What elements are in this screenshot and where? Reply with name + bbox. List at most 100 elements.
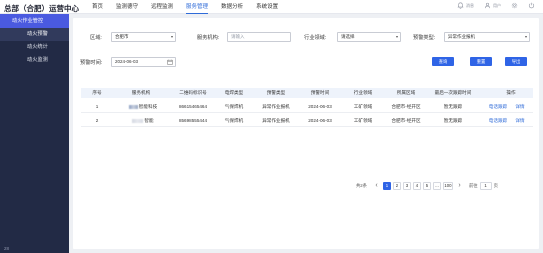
warning-type-value: 异常作业报机 <box>448 34 475 39</box>
chevron-down-icon: ▾ <box>170 34 173 39</box>
nav-monitoring-guard[interactable]: 监测德守 <box>116 0 138 14</box>
redacted-mark <box>128 104 138 109</box>
page-5[interactable]: 5 <box>422 181 431 190</box>
col-index: 序号 <box>92 90 102 95</box>
messages-label: 消息 <box>466 2 474 8</box>
row-warning-type: 异常作业报机 <box>262 118 290 123</box>
row-weld-type: 气保焊机 <box>224 118 244 123</box>
query-button[interactable]: 查询 <box>432 57 454 66</box>
redacted-mark <box>132 118 144 123</box>
page-100[interactable]: 100 <box>442 181 453 190</box>
page-jump-input[interactable]: 1 <box>479 181 492 190</box>
row-service-org: 智能 <box>123 115 163 127</box>
industry-select[interactable]: 请选择 ▾ <box>337 32 401 42</box>
table-header: 序号 服务机构 二维码标识号 电焊类型 预警类型 预警时间 行业领域 所属区域 … <box>81 88 533 98</box>
row-warning-time: 2024-06-03 <box>308 104 332 109</box>
row-qr-code: 8661546546​4 <box>178 104 208 109</box>
row-index: 2 <box>95 118 99 123</box>
top-nav: 首页 监测德守 远程监测 服务管理 数据分析 系统设置 <box>92 0 291 14</box>
reset-button[interactable]: 重置 <box>470 57 492 66</box>
table-row: 1 智能科技 8661546546​4 气保焊机 异常作业报机 2024-06-… <box>81 101 533 113</box>
top-icons: 消息 用户 <box>447 2 535 9</box>
details-link[interactable]: 详情 <box>513 115 527 127</box>
row-area: 合肥市-经开区 <box>391 118 421 123</box>
region-value: 合肥市 <box>115 34 129 39</box>
row-area: 合肥市-经开区 <box>391 104 421 109</box>
warning-time-picker[interactable]: 2024-06-03 <box>111 57 176 67</box>
sidebar-group-hot-work[interactable]: 动火作业管控 <box>0 14 69 28</box>
col-service-org: 服务机构 <box>131 90 151 95</box>
industry-value: 请选择 <box>341 34 355 39</box>
col-area: 所属区域 <box>396 90 416 95</box>
col-last-tracked: 最后一次跟踪时间 <box>434 90 472 95</box>
sidebar-item-hot-work-stats[interactable]: 动火统计 <box>0 41 69 54</box>
warning-time-label: 预警时间: <box>80 60 103 66</box>
messages-button[interactable]: 消息 <box>457 2 474 9</box>
user-icon <box>484 2 491 9</box>
warning-time-value: 2024-06-03 <box>115 59 139 64</box>
page-3[interactable]: 3 <box>402 181 411 190</box>
top-bar: 总部（合肥）运营中心 首页 监测德守 远程监测 服务管理 数据分析 系统设置 消… <box>0 0 543 14</box>
sidebar-footer: 28 <box>4 246 10 251</box>
goto-label: 前往 <box>468 182 478 188</box>
row-warning-type: 异常作业报机 <box>262 104 290 109</box>
next-page-icon[interactable]: › <box>455 182 464 190</box>
warning-type-select[interactable]: 异常作业报机 ▾ <box>444 32 530 42</box>
settings-icon <box>511 2 518 9</box>
phone-track-link[interactable]: 电话跟踪 <box>486 115 510 127</box>
row-industry: 工矿领域 <box>353 104 373 109</box>
user-button[interactable]: 用户 <box>484 2 501 9</box>
chevron-down-icon: ▾ <box>395 34 398 39</box>
calendar-icon <box>167 59 173 65</box>
col-actions: 操作 <box>506 90 516 95</box>
sidebar-item-hot-work-warning[interactable]: 动火预警 <box>0 28 69 41</box>
row-warning-time: 2024-06-03 <box>308 118 332 123</box>
col-qr-code: 二维码标识号 <box>179 90 207 95</box>
page-ellipsis[interactable]: ... <box>432 181 441 190</box>
nav-service-management[interactable]: 服务管理 <box>186 0 209 14</box>
service-org-input[interactable]: 请输入 <box>227 32 291 42</box>
logout-button[interactable] <box>528 2 535 9</box>
row-last-tracked: 暂无跟踪 <box>443 118 463 123</box>
page-4[interactable]: 4 <box>412 181 421 190</box>
warning-type-label: 预警类型: <box>413 35 436 41</box>
phone-track-link[interactable]: 电话跟踪 <box>486 101 510 113</box>
row-industry: 工矿领域 <box>353 118 373 123</box>
page-unit-label: 页 <box>493 182 498 188</box>
pagination: 共2条 ‹ 1 2 3 4 5 ... 100 › 前往 1 页 <box>356 181 498 190</box>
row-qr-code: 85698555444 <box>178 118 208 123</box>
bell-icon <box>457 2 464 9</box>
nav-data-analysis[interactable]: 数据分析 <box>221 0 243 14</box>
sidebar-item-hot-work-monitoring[interactable]: 动火监测 <box>0 54 69 67</box>
total-count: 共2条 <box>356 182 367 188</box>
prev-page-icon[interactable]: ‹ <box>372 182 381 190</box>
col-warning-time: 预警时间 <box>310 90 330 95</box>
service-org-placeholder: 请输入 <box>231 34 245 39</box>
region-select[interactable]: 合肥市 ▾ <box>111 32 176 42</box>
col-warning-type: 预警类型 <box>266 90 286 95</box>
service-org-label: 服务机构: <box>197 35 220 41</box>
settings-button[interactable] <box>511 2 518 9</box>
nav-remote-monitoring[interactable]: 远程监测 <box>151 0 173 14</box>
row-last-tracked: 暂无跟踪 <box>443 104 463 109</box>
export-button[interactable]: 导出 <box>505 57 527 66</box>
chevron-down-icon: ▾ <box>524 34 527 39</box>
row-weld-type: 气保焊机 <box>224 104 244 109</box>
row-index: 1 <box>95 104 99 109</box>
sidebar: 动火作业管控 动火预警 动火统计 动火监测 28 <box>0 14 69 253</box>
page-1[interactable]: 1 <box>382 181 391 190</box>
main-panel: 区域: 合肥市 ▾ 服务机构: 请输入 行业领域: 请选择 ▾ 预警类型: 异常… <box>73 18 539 249</box>
page-2[interactable]: 2 <box>392 181 401 190</box>
table-row: 2 智能 85698555444 气保焊机 异常作业报机 2024-06-03 … <box>81 115 533 127</box>
nav-system-settings[interactable]: 系统设置 <box>256 0 278 14</box>
col-industry: 行业领域 <box>353 90 373 95</box>
row-service-org: 智能科技 <box>123 101 163 113</box>
col-weld-type: 电焊类型 <box>224 90 244 95</box>
region-label: 区域: <box>90 35 102 41</box>
industry-label: 行业领域: <box>304 35 327 41</box>
nav-home[interactable]: 首页 <box>92 0 103 14</box>
logout-icon <box>528 2 535 9</box>
user-label: 用户 <box>493 2 501 8</box>
details-link[interactable]: 详情 <box>513 101 527 113</box>
app-title: 总部（合肥）运营中心 <box>4 4 79 13</box>
